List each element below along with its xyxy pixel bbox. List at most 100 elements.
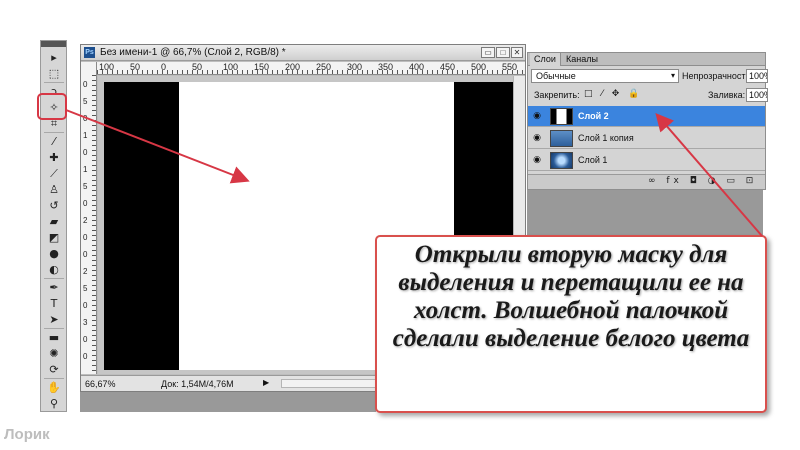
status-menu-arrow-icon[interactable]: ▶ <box>263 378 269 387</box>
ruler-label: 50 <box>130 62 141 72</box>
ruler-label: 50 <box>192 62 203 72</box>
ruler-label: 100 <box>223 62 239 72</box>
ruler-label: 1 <box>83 131 88 140</box>
tools-separator <box>44 378 64 379</box>
eraser-tool-icon[interactable]: ▰ <box>45 215 63 229</box>
move-tool-icon[interactable]: ▸ <box>45 51 63 65</box>
brush-tool-icon[interactable]: ⟋ <box>45 167 63 181</box>
dodge-tool-icon[interactable]: ◐ <box>45 263 63 277</box>
tools-separator <box>44 328 64 329</box>
document-title: Без имени-1 @ 66,7% (Слой 2, RGB/8) * <box>100 47 286 58</box>
ruler-label: 500 <box>471 62 487 72</box>
ruler-label: 0 <box>83 148 88 157</box>
tools-separator <box>44 278 64 279</box>
layers-panel-tabs: Слои Каналы <box>528 53 765 66</box>
workspace-background-bottom <box>80 392 376 412</box>
layer-row-sloy-1[interactable]: ◉ Слой 1 <box>528 150 765 171</box>
fill-label: Заливка: <box>708 90 746 100</box>
layer-name: Слой 1 <box>578 155 608 165</box>
ruler-label: 0 <box>83 250 88 259</box>
layer-action-icons[interactable]: ∞ fx ◘ ◑ ▭ ⊡ <box>648 176 757 186</box>
ruler-label: 550 <box>502 62 518 72</box>
layer-thumbnail <box>550 152 573 169</box>
fill-input[interactable]: 100% <box>746 88 768 102</box>
layer-thumbnail <box>550 130 573 147</box>
ruler-label: 2 <box>83 216 88 225</box>
document-size-info: Док: 1,54M/4,76M <box>161 379 234 389</box>
opacity-input[interactable]: 100% <box>746 69 768 83</box>
tab-channels[interactable]: Каналы <box>562 53 602 66</box>
stamp-tool-icon[interactable]: ♙ <box>45 183 63 197</box>
gradient-tool-icon[interactable]: ◩ <box>45 231 63 245</box>
ruler-label: 200 <box>285 62 301 72</box>
ruler-label: 150 <box>254 62 270 72</box>
blend-mode-select[interactable]: Обычные ▾ <box>531 69 679 83</box>
type-tool-icon[interactable]: T <box>45 297 63 311</box>
layer-name: Слой 2 <box>578 111 609 121</box>
ruler-label: 350 <box>378 62 394 72</box>
layer-thumbnail <box>550 108 573 125</box>
ruler-label: 0 <box>83 301 88 310</box>
ruler-label: 0 <box>83 199 88 208</box>
ruler-label: 100 <box>99 62 115 72</box>
photoshop-icon: Ps <box>84 47 95 58</box>
tab-layers[interactable]: Слои <box>530 53 561 66</box>
opacity-label: Непрозрачность: <box>682 71 753 81</box>
layers-panel: Слои Каналы Обычные ▾ Непрозрачность: 10… <box>527 52 768 190</box>
ruler-label: 0 <box>83 335 88 344</box>
hand-tool-icon[interactable]: ✋ <box>45 381 63 395</box>
lock-icons[interactable]: □ ⁄ ✥ 🔒 <box>584 89 642 99</box>
ruler-label: 1 <box>83 165 88 174</box>
layer-row-sloy-2[interactable]: ◉ Слой 2 <box>528 106 765 127</box>
marquee-tool-icon[interactable]: ⬚ <box>45 67 63 81</box>
horizontal-ruler[interactable]: 100 50 0 50 100 150 200 250 300 350 400 450 500 550 <box>97 62 525 75</box>
ruler-label: 3 <box>83 318 88 327</box>
watermark: Лорик <box>4 426 50 443</box>
layer-name: Слой 1 копия <box>578 133 634 143</box>
ruler-label: 250 <box>316 62 332 72</box>
zoom-level-field[interactable]: 66,67% <box>85 379 116 389</box>
ruler-label: 400 <box>409 62 425 72</box>
pen-tool-icon[interactable]: ✒ <box>45 281 63 295</box>
zoom-tool-icon[interactable]: ⚲ <box>45 397 63 411</box>
ruler-ticks <box>92 75 96 374</box>
document-titlebar[interactable]: Ps Без имени-1 @ 66,7% (Слой 2, RGB/8) *… <box>81 45 525 61</box>
ruler-label: 5 <box>83 284 88 293</box>
ruler-label: 0 <box>161 62 167 72</box>
path-select-tool-icon[interactable]: ➤ <box>45 313 63 327</box>
tools-panel-grip[interactable] <box>41 41 66 47</box>
eyedropper-tool-icon[interactable]: ⁄ <box>45 135 63 149</box>
3d-orbit-tool-icon[interactable]: ⟳ <box>45 363 63 377</box>
history-brush-tool-icon[interactable]: ↺ <box>45 199 63 213</box>
annotation-callout: Открыли вторую маску для выделения и пер… <box>375 235 767 413</box>
ruler-label: 0 <box>83 352 88 361</box>
shape-tool-icon[interactable]: ▬ <box>45 331 63 345</box>
ruler-label: 0 <box>83 233 88 242</box>
layers-panel-footer: ∞ fx ◘ ◑ ▭ ⊡ <box>528 174 765 189</box>
blur-tool-icon[interactable]: ● <box>45 247 63 261</box>
tools-separator <box>44 82 64 83</box>
ruler-label: 450 <box>440 62 456 72</box>
maximize-button[interactable]: □ <box>496 47 510 58</box>
lock-label: Закрепить: <box>534 90 580 100</box>
layer-row-sloy-1-kopiya[interactable]: ◉ Слой 1 копия <box>528 128 765 149</box>
screenshot-stage: ▸ ⬚ ↄ ✧ ⌗ ⁄ ✚ ⟋ ♙ ↺ ▰ ◩ ● ◐ ✒ T ➤ ▬ ✺ ⟳ ✋ ⚲ Ps Без имени-1 @ … <box>0 0 800 450</box>
blend-mode-value: Обычные <box>536 71 576 81</box>
chevron-down-icon: ▾ <box>670 71 675 80</box>
eye-icon[interactable]: ◉ <box>531 110 543 122</box>
canvas-black-band-left <box>104 82 179 370</box>
ruler-label: 0 <box>83 80 88 89</box>
vertical-ruler[interactable]: 0 5 0 1 0 1 5 0 2 0 0 2 5 0 3 0 0 <box>81 62 97 374</box>
tools-separator <box>44 132 64 133</box>
magic-wand-highlight <box>37 93 67 120</box>
ruler-label: 2 <box>83 267 88 276</box>
ruler-label: 300 <box>347 62 363 72</box>
healing-tool-icon[interactable]: ✚ <box>45 151 63 165</box>
eye-icon[interactable]: ◉ <box>531 154 543 166</box>
eye-icon[interactable]: ◉ <box>531 132 543 144</box>
ruler-label: 0 <box>83 114 88 123</box>
close-button[interactable]: ✕ <box>511 47 523 58</box>
ruler-label: 5 <box>83 97 88 106</box>
3d-rotate-tool-icon[interactable]: ✺ <box>45 347 63 361</box>
minimize-button[interactable]: ▭ <box>481 47 495 58</box>
